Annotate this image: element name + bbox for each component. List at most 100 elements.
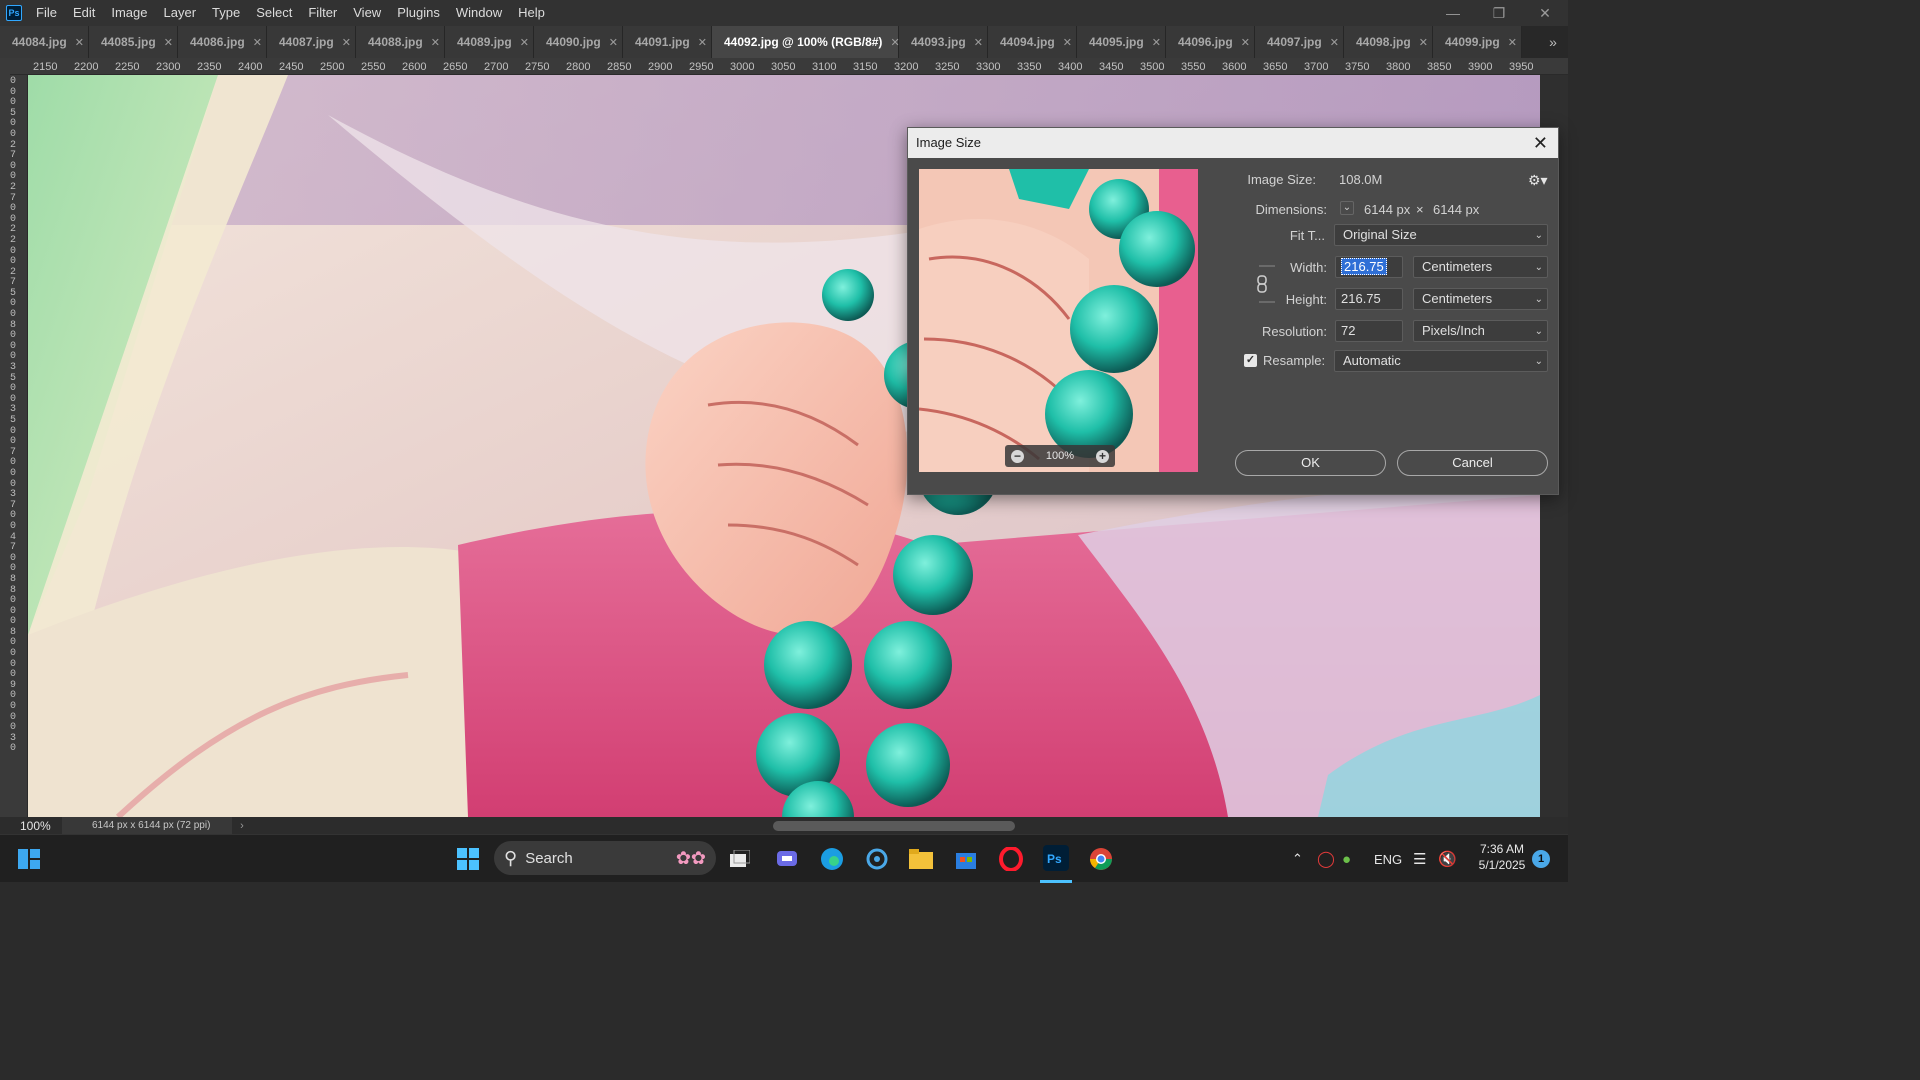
ruler-tick-label: 3050: [771, 61, 796, 73]
system-clock[interactable]: 7:36 AM 5/1/2025: [1470, 841, 1534, 873]
tab-close-icon[interactable]: ✕: [431, 36, 440, 49]
tab-44088[interactable]: 44088.jpg ✕: [356, 26, 445, 58]
tab-close-icon[interactable]: ✕: [698, 36, 707, 49]
language-indicator[interactable]: ENG: [1374, 835, 1402, 883]
volume-muted-icon[interactable]: 🔇: [1438, 835, 1457, 883]
width-input[interactable]: 216.75: [1335, 256, 1403, 278]
menu-edit[interactable]: Edit: [65, 0, 103, 26]
restore-icon[interactable]: ❐: [1476, 0, 1522, 26]
photoshop-taskbar-icon[interactable]: Ps: [1040, 835, 1072, 883]
cancel-button[interactable]: Cancel: [1397, 450, 1548, 476]
tab-close-icon[interactable]: ✕: [609, 36, 618, 49]
tab-44096[interactable]: 44096.jpg ✕: [1166, 26, 1255, 58]
tray-network-app-icon[interactable]: ●: [1342, 835, 1351, 883]
tab-close-icon[interactable]: ✕: [1063, 36, 1072, 49]
gear-icon[interactable]: ⚙▾: [1528, 172, 1548, 189]
taskbar-search[interactable]: ⚲ Search ✿✿: [494, 841, 716, 875]
image-preview[interactable]: − 100% +: [919, 169, 1198, 472]
opera-icon[interactable]: [996, 835, 1026, 883]
menu-view[interactable]: View: [345, 0, 389, 26]
tabs-overflow-icon[interactable]: »: [1538, 26, 1568, 58]
height-input[interactable]: 216.75: [1335, 288, 1403, 310]
tab-44091[interactable]: 44091.jpg ✕: [623, 26, 712, 58]
close-window-icon[interactable]: ✕: [1522, 0, 1568, 26]
tab-44093[interactable]: 44093.jpg ✕: [899, 26, 988, 58]
width-unit-select[interactable]: Centimeters ⌄: [1413, 256, 1548, 278]
menu-window[interactable]: Window: [448, 0, 510, 26]
minimize-icon[interactable]: —: [1430, 0, 1476, 26]
tab-close-icon[interactable]: ✕: [342, 36, 351, 49]
zoom-out-icon[interactable]: −: [1011, 449, 1024, 463]
tab-close-icon[interactable]: ✕: [253, 36, 262, 49]
tab-44095[interactable]: 44095.jpg ✕: [1077, 26, 1166, 58]
tab-44098[interactable]: 44098.jpg ✕: [1344, 26, 1433, 58]
chevron-down-icon: ⌄: [1534, 230, 1543, 241]
chrome-icon[interactable]: [1086, 835, 1116, 883]
ruler-tick-label: 3700: [1304, 61, 1329, 73]
tab-close-icon[interactable]: ✕: [1152, 36, 1161, 49]
resample-select[interactable]: Automatic ⌄: [1334, 350, 1548, 372]
windows-taskbar: ⚲ Search ✿✿ Ps ⌃ ◯ ● ENG ☰ 🔇 7:36 AM 5/1…: [0, 834, 1568, 883]
store-icon[interactable]: [951, 835, 981, 883]
tab-44085[interactable]: 44085.jpg ✕: [89, 26, 178, 58]
dimensions-unit-chevron-icon[interactable]: ⌄: [1340, 201, 1354, 215]
menu-layer[interactable]: Layer: [156, 0, 205, 26]
menu-image[interactable]: Image: [103, 0, 155, 26]
ok-button[interactable]: OK: [1235, 450, 1386, 476]
resample-checkbox[interactable]: ✓: [1244, 354, 1257, 367]
menu-type[interactable]: Type: [204, 0, 248, 26]
tab-44097[interactable]: 44097.jpg ✕: [1255, 26, 1344, 58]
tab-close-icon[interactable]: ✕: [520, 36, 529, 49]
height-unit-select[interactable]: Centimeters ⌄: [1413, 288, 1548, 310]
status-bar: 100% 6144 px x 6144 px (72 ppi) ›: [0, 817, 1568, 834]
tab-close-icon[interactable]: ✕: [164, 36, 173, 49]
tray-overflow-chevron-icon[interactable]: ⌃: [1292, 835, 1303, 883]
start-icon[interactable]: [452, 835, 484, 883]
tab-44086[interactable]: 44086.jpg ✕: [178, 26, 267, 58]
tab-close-icon[interactable]: ✕: [1419, 36, 1428, 49]
tab-close-icon[interactable]: ✕: [1508, 36, 1517, 49]
tab-close-icon[interactable]: ✕: [75, 36, 84, 49]
widgets-icon[interactable]: [12, 835, 46, 883]
tab-label: 44093.jpg: [911, 35, 966, 49]
tab-44089[interactable]: 44089.jpg ✕: [445, 26, 534, 58]
status-menu-chevron-icon[interactable]: ›: [232, 820, 252, 832]
tab-label: 44092.jpg @ 100% (RGB/8#): [724, 35, 883, 49]
tab-44099[interactable]: 44099.jpg ✕: [1433, 26, 1522, 58]
tab-close-icon[interactable]: ✕: [1330, 36, 1339, 49]
ruler-tick-label: 2350: [197, 61, 222, 73]
wifi-icon[interactable]: ☰: [1413, 835, 1426, 883]
horizontal-scrollbar[interactable]: [265, 817, 1535, 834]
menu-file[interactable]: File: [28, 0, 65, 26]
tab-44087[interactable]: 44087.jpg ✕: [267, 26, 356, 58]
resolution-input[interactable]: 72: [1335, 320, 1403, 342]
menu-select[interactable]: Select: [248, 0, 300, 26]
tab-close-icon[interactable]: ✕: [1241, 36, 1250, 49]
snipping-tool-icon[interactable]: [862, 835, 892, 883]
menu-help[interactable]: Help: [510, 0, 553, 26]
resolution-unit-select[interactable]: Pixels/Inch ⌄: [1413, 320, 1548, 342]
teams-chat-icon[interactable]: [772, 835, 802, 883]
task-view-icon[interactable]: [726, 835, 754, 883]
edge-icon[interactable]: [817, 835, 847, 883]
menu-filter[interactable]: Filter: [300, 0, 345, 26]
resample-label: Resample:: [1263, 353, 1326, 368]
tab-close-icon[interactable]: ✕: [974, 36, 983, 49]
zoom-level[interactable]: 100%: [0, 819, 62, 833]
tab-44094[interactable]: 44094.jpg ✕: [988, 26, 1077, 58]
menu-plugins[interactable]: Plugins: [389, 0, 448, 26]
tray-app-icon[interactable]: ◯: [1317, 835, 1335, 883]
image-size-label: Image Size:: [1247, 172, 1316, 187]
dialog-close-icon[interactable]: ✕: [1533, 134, 1548, 152]
notification-badge[interactable]: 1: [1532, 850, 1550, 868]
fit-to-select[interactable]: Original Size ⌄: [1334, 224, 1548, 246]
file-explorer-icon[interactable]: [906, 835, 936, 883]
ruler-tick-label: 3550: [1181, 61, 1206, 73]
zoom-in-icon[interactable]: +: [1095, 449, 1109, 463]
search-icon: ⚲: [504, 847, 518, 868]
tab-44090[interactable]: 44090.jpg ✕: [534, 26, 623, 58]
tab-44084[interactable]: 44084.jpg ✕: [0, 26, 89, 58]
tab-44092-active[interactable]: 44092.jpg @ 100% (RGB/8#) ✕: [712, 26, 900, 58]
ruler-tick-label: 3500: [1140, 61, 1165, 73]
horizontal-scroll-thumb[interactable]: [773, 821, 1015, 831]
